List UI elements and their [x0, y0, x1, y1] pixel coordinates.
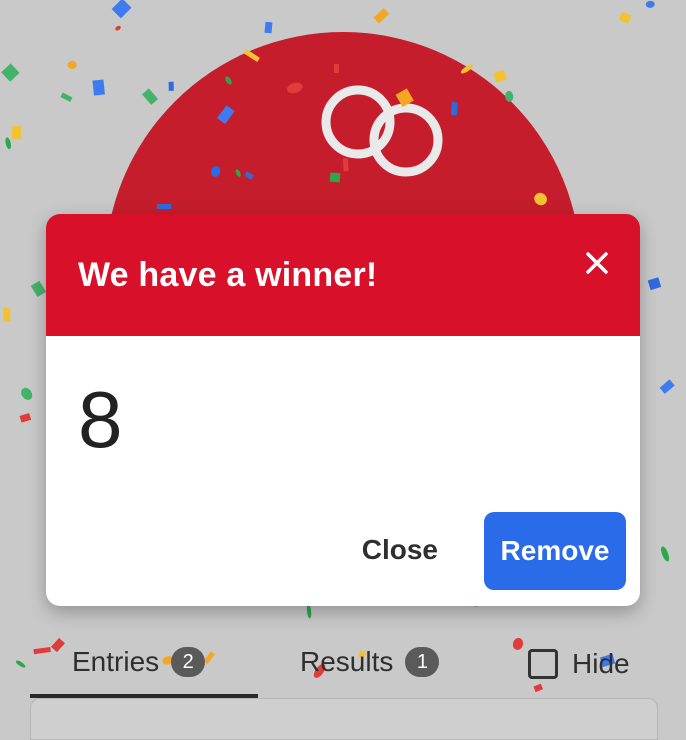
- hide-checkbox[interactable]: [528, 649, 558, 679]
- entries-count-badge: 2: [171, 647, 206, 677]
- entries-panel: [30, 698, 658, 740]
- hide-label: Hide: [572, 648, 630, 679]
- hide-toggle[interactable]: Hide: [528, 648, 630, 680]
- close-icon[interactable]: [580, 246, 614, 280]
- tab-results[interactable]: Results 1: [300, 646, 440, 678]
- tab-entries[interactable]: Entries 2: [72, 646, 206, 678]
- tab-entries-label: Entries: [72, 646, 160, 677]
- dialog-title: We have a winner!: [78, 256, 378, 294]
- tab-results-label: Results: [300, 646, 394, 677]
- winner-dialog: We have a winner! 8 Close Remove: [46, 214, 640, 606]
- remove-button[interactable]: Remove: [484, 512, 626, 590]
- dialog-header: We have a winner!: [46, 214, 640, 336]
- close-button[interactable]: Close: [352, 520, 448, 580]
- winner-value: 8: [78, 375, 123, 464]
- results-count-badge: 1: [405, 647, 440, 677]
